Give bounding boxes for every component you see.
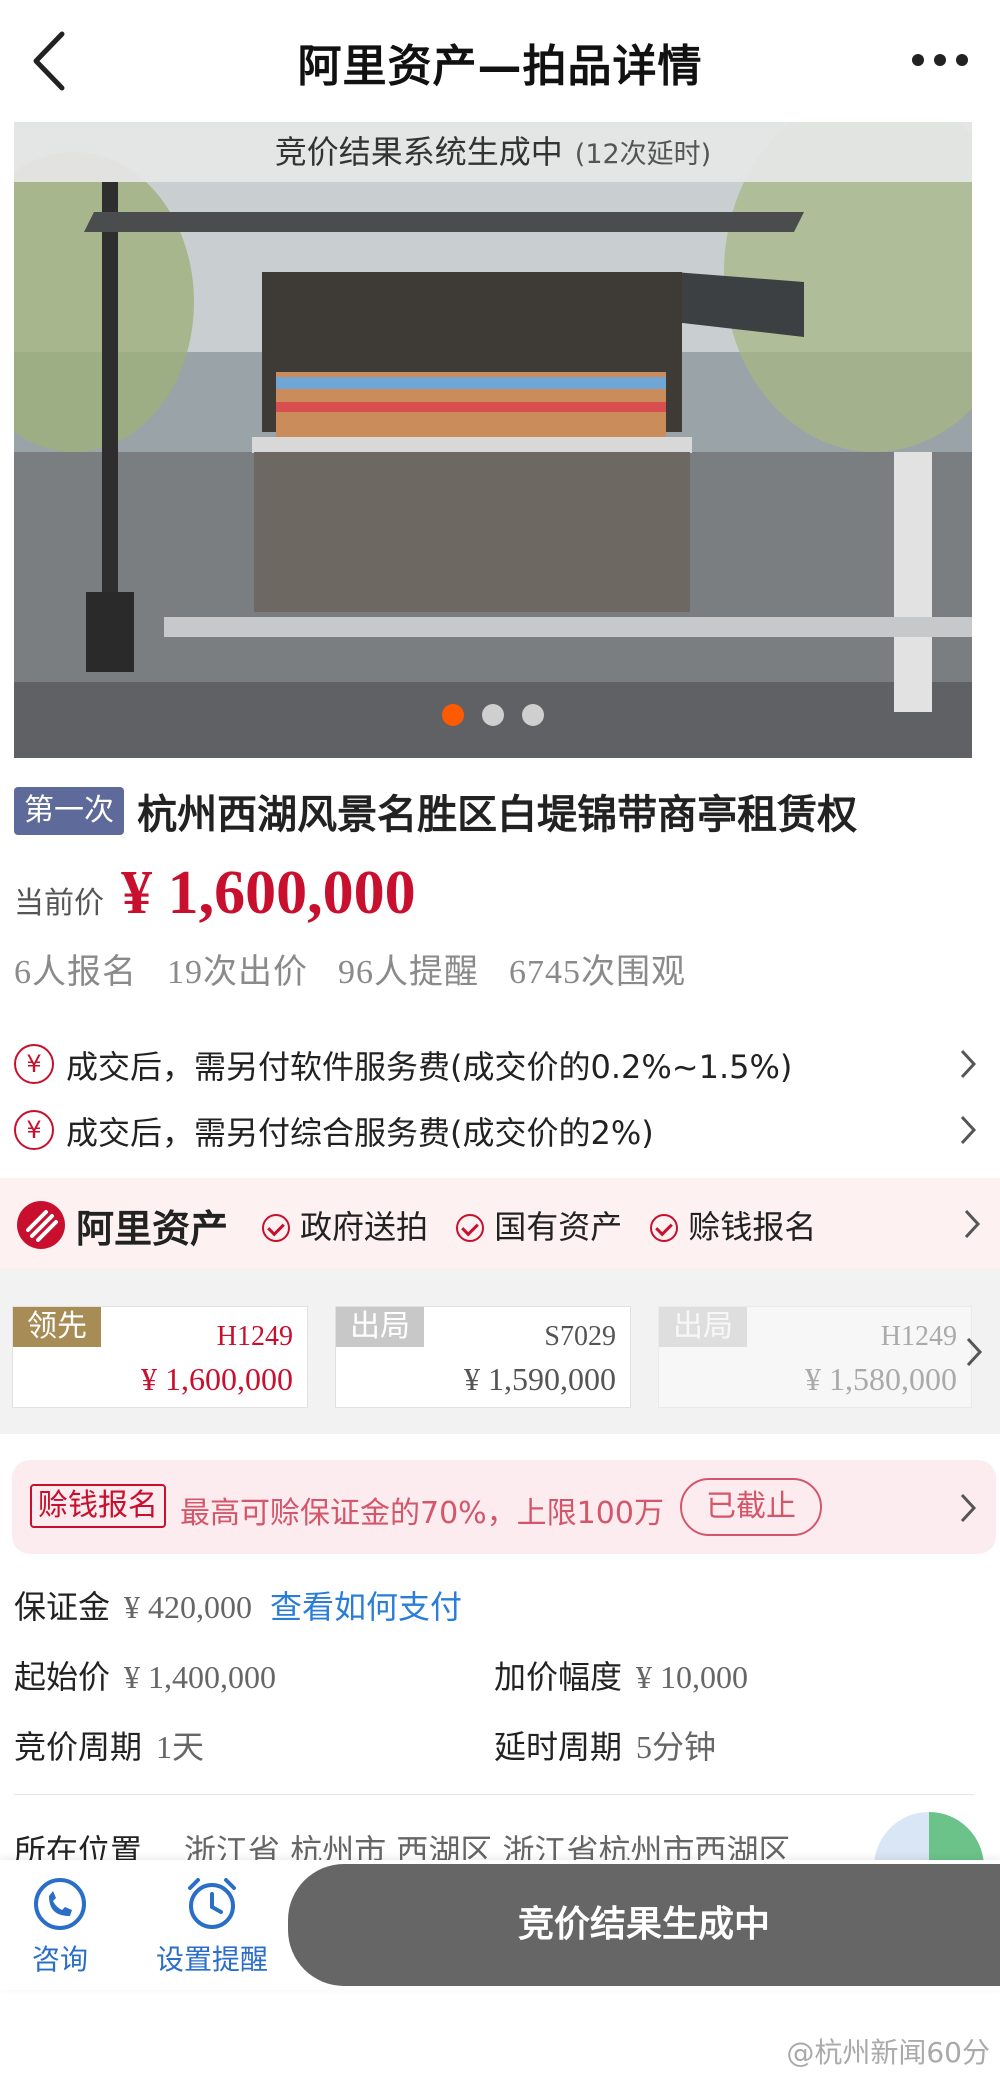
- ali-assets-logo-icon: [17, 1201, 65, 1249]
- tag-credit-signup: 赊钱报名: [650, 1202, 816, 1248]
- banner-sub-text: (12次延时): [574, 139, 712, 170]
- current-price-value: ¥ 1,600,000: [121, 859, 416, 927]
- start-price-label: 起始价: [14, 1658, 111, 1696]
- bid-amount: ¥ 1,580,000: [805, 1361, 957, 1397]
- start-price-value: ¥ 1,400,000: [124, 1659, 277, 1695]
- bid-amount: ¥ 1,590,000: [464, 1361, 616, 1397]
- current-price-label: 当前价: [14, 886, 104, 921]
- delay-row: 延时周期 5分钟: [494, 1722, 716, 1768]
- pager-dot[interactable]: [442, 704, 464, 726]
- weibo-watermark: @杭州新闻60分: [786, 2036, 990, 2069]
- divider: [14, 1794, 974, 1795]
- check-circle-icon: [456, 1214, 485, 1242]
- bid-records[interactable]: 领先 H1249 ¥ 1,600,000 出局 S7029 ¥ 1,590,00…: [0, 1268, 1000, 1434]
- consult-label: 咨询: [31, 1943, 88, 1976]
- tag-government: 政府送拍: [262, 1202, 428, 1248]
- tag-state-owned: 国有资产: [456, 1202, 622, 1248]
- current-price-row: 当前价 ¥ 1,600,000: [14, 858, 416, 938]
- increment-row: 加价幅度 ¥ 10,000: [494, 1652, 748, 1698]
- set-reminder-label: 设置提醒: [155, 1943, 268, 1976]
- how-to-pay-link[interactable]: 查看如何支付: [270, 1588, 462, 1626]
- stat-reminders: 96人提醒: [338, 954, 479, 991]
- increment-value: ¥ 10,000: [636, 1659, 749, 1695]
- banner-main-text: 竞价结果系统生成中: [274, 133, 563, 171]
- fee-text: 成交后，需另付软件服务费(成交价的0.2%~1.5%): [66, 1048, 793, 1086]
- start-price-row: 起始价 ¥ 1,400,000: [14, 1652, 276, 1698]
- promo-text: 最高可赊保证金的70%，上限100万: [180, 1496, 664, 1531]
- yen-icon: ¥: [14, 1044, 54, 1084]
- pager-dot[interactable]: [482, 704, 504, 726]
- brand-strip[interactable]: 阿里资产 政府送拍 国有资产 赊钱报名: [0, 1178, 1000, 1268]
- top-nav: 阿里资产—拍品详情: [0, 0, 1000, 122]
- bid-status-badge: 出局: [336, 1307, 424, 1347]
- promo-closed-button[interactable]: 已截止: [680, 1478, 822, 1536]
- bid-status-badge: 出局: [659, 1307, 747, 1347]
- lot-title: 杭州西湖风景名胜区白堤锦带商亭租赁权: [137, 792, 858, 838]
- bottom-action-bar: 咨询 设置提醒 竞价结果生成中: [0, 1860, 1000, 1990]
- bid-card-outbid[interactable]: 出局 S7029 ¥ 1,590,000: [335, 1306, 631, 1408]
- bid-status-badge: 领先: [13, 1307, 101, 1347]
- delay-value: 5分钟: [636, 1729, 717, 1765]
- lot-title-row: 第一次 杭州西湖风景名胜区白堤锦带商亭租赁权: [14, 782, 984, 842]
- kiosk-photo: [14, 122, 972, 758]
- bidder-id: H1249: [880, 1321, 957, 1352]
- more-button[interactable]: [908, 40, 972, 80]
- set-reminder-button[interactable]: 设置提醒: [152, 1876, 272, 1978]
- increment-label: 加价幅度: [494, 1658, 623, 1696]
- bidder-id: H1249: [216, 1321, 293, 1352]
- consult-button[interactable]: 咨询: [0, 1876, 120, 1978]
- check-circle-icon: [650, 1214, 679, 1242]
- auction-stats: 6人报名 19次出价 96人提醒 6745次围观: [14, 944, 716, 993]
- bid-amount: ¥ 1,600,000: [141, 1361, 293, 1397]
- bidder-id: S7029: [544, 1321, 616, 1352]
- alarm-clock-icon: [188, 1878, 236, 1929]
- tag-label: 国有资产: [494, 1208, 623, 1246]
- chevron-right-icon: [960, 1115, 977, 1145]
- deposit-value: ¥ 420,000: [124, 1589, 253, 1625]
- fee-row-software[interactable]: ¥ 成交后，需另付软件服务费(成交价的0.2%~1.5%): [14, 1034, 986, 1092]
- period-label: 竞价周期: [14, 1728, 143, 1766]
- credit-signup-promo[interactable]: 赊钱报名 最高可赊保证金的70%，上限100万 已截止: [12, 1460, 996, 1554]
- gallery-pager: [14, 704, 972, 730]
- chevron-right-icon: [960, 1049, 977, 1079]
- deposit-label: 保证金: [14, 1588, 111, 1626]
- phone-chat-icon: [34, 1878, 86, 1930]
- tag-label: 政府送拍: [300, 1208, 429, 1246]
- deposit-row: 保证金 ¥ 420,000 查看如何支付: [14, 1582, 462, 1628]
- period-value: 1天: [156, 1729, 205, 1765]
- stat-views: 6745次围观: [509, 954, 686, 991]
- brand-name: 阿里资产: [76, 1207, 229, 1251]
- brand-tags: 政府送拍 国有资产 赊钱报名: [262, 1202, 834, 1248]
- page-title: 阿里资产—拍品详情: [297, 41, 703, 92]
- auction-status-button[interactable]: 竞价结果生成中: [288, 1864, 1000, 1986]
- check-circle-icon: [262, 1214, 290, 1242]
- pager-dot[interactable]: [522, 704, 544, 726]
- more-dots-icon: [912, 54, 968, 66]
- delay-label: 延时周期: [494, 1728, 623, 1766]
- fee-text: 成交后，需另付综合服务费(成交价的2%): [66, 1114, 654, 1152]
- bid-card-leading[interactable]: 领先 H1249 ¥ 1,600,000: [12, 1306, 308, 1408]
- tag-label: 赊钱报名: [688, 1208, 817, 1246]
- app-root: 阿里资产—拍品详情 竞价结果系统生成中 (12次延时) 第一次 杭州西湖风景名胜…: [0, 0, 1000, 2079]
- stat-registrations: 6人报名: [14, 954, 137, 991]
- result-banner: 竞价结果系统生成中 (12次延时): [14, 122, 972, 182]
- promo-tag: 赊钱报名: [30, 1484, 166, 1528]
- chevron-right-icon: [966, 1337, 983, 1367]
- yen-icon: ¥: [14, 1110, 54, 1150]
- period-row: 竞价周期 1天: [14, 1722, 204, 1768]
- fee-row-service[interactable]: ¥ 成交后，需另付综合服务费(成交价的2%): [14, 1100, 986, 1158]
- stat-bids: 19次出价: [167, 954, 308, 991]
- bid-card-outbid[interactable]: 出局 H1249 ¥ 1,580,000: [658, 1306, 972, 1408]
- round-badge: 第一次: [14, 787, 124, 835]
- chevron-right-icon: [960, 1493, 977, 1523]
- chevron-right-icon: [964, 1209, 981, 1239]
- image-gallery[interactable]: 竞价结果系统生成中 (12次延时): [14, 122, 972, 758]
